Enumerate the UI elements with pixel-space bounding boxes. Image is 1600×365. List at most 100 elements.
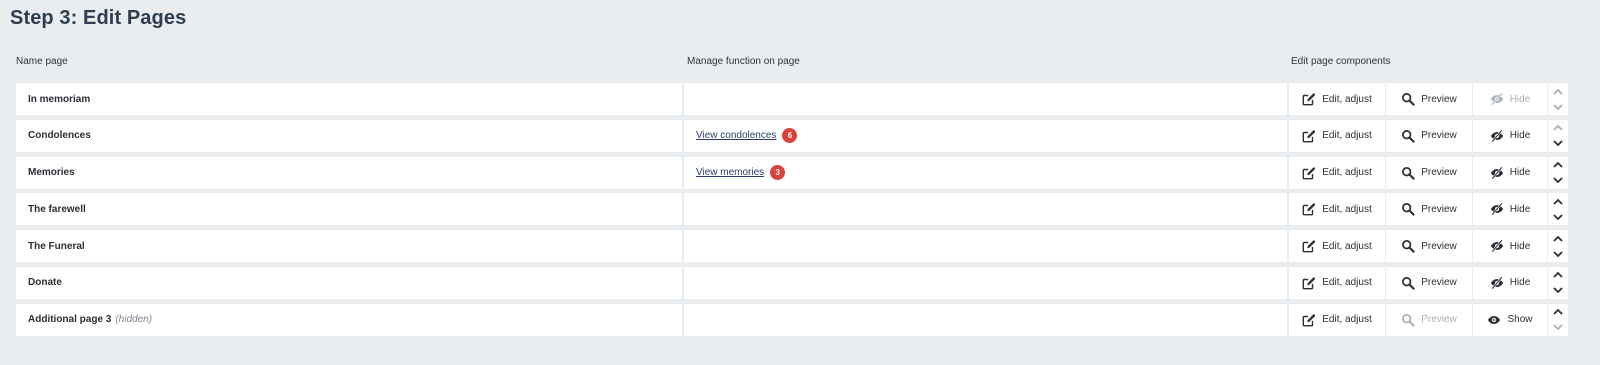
edit-label: Edit, adjust bbox=[1322, 240, 1372, 252]
chevron-down-icon bbox=[1553, 214, 1563, 221]
edit-button[interactable]: Edit, adjust bbox=[1289, 156, 1385, 189]
preview-button[interactable]: Preview bbox=[1386, 303, 1472, 336]
chevron-down-icon bbox=[1553, 177, 1563, 184]
move-down-button[interactable] bbox=[1548, 173, 1568, 189]
manage-cell bbox=[684, 230, 1287, 263]
chevron-up-icon bbox=[1553, 235, 1563, 242]
move-up-button[interactable] bbox=[1548, 83, 1568, 99]
column-headers: Name page Manage function on page Edit p… bbox=[0, 56, 1600, 70]
hide-button[interactable]: Hide bbox=[1473, 230, 1547, 263]
manage-link[interactable]: View memories bbox=[696, 167, 764, 178]
reorder-control bbox=[1548, 193, 1568, 226]
edit-label: Edit, adjust bbox=[1322, 167, 1372, 179]
magnifier-icon bbox=[1401, 202, 1415, 217]
chevron-up-icon bbox=[1553, 272, 1563, 279]
edit-label: Edit, adjust bbox=[1322, 130, 1372, 142]
page-name-cell: Donate bbox=[16, 266, 682, 299]
move-down-button[interactable] bbox=[1548, 246, 1568, 262]
reorder-control bbox=[1548, 119, 1568, 152]
move-down-button[interactable] bbox=[1548, 209, 1568, 225]
preview-label: Preview bbox=[1421, 130, 1457, 142]
move-down-button[interactable] bbox=[1548, 283, 1568, 299]
preview-button[interactable]: Preview bbox=[1386, 266, 1472, 299]
column-header-manage: Manage function on page bbox=[687, 56, 800, 67]
page-name: Additional page 3 bbox=[28, 314, 112, 326]
pencil-square-icon bbox=[1302, 202, 1316, 216]
preview-label: Preview bbox=[1421, 93, 1457, 105]
manage-cell bbox=[684, 193, 1287, 226]
hide-button[interactable]: Hide bbox=[1473, 119, 1547, 152]
chevron-down-icon bbox=[1553, 103, 1563, 110]
reorder-control bbox=[1548, 230, 1568, 263]
preview-button[interactable]: Preview bbox=[1386, 83, 1472, 115]
preview-label: Preview bbox=[1421, 240, 1457, 252]
chevron-down-icon bbox=[1553, 140, 1563, 147]
preview-button[interactable]: Preview bbox=[1386, 193, 1472, 226]
move-up-button[interactable] bbox=[1548, 230, 1568, 246]
preview-button[interactable]: Preview bbox=[1386, 119, 1472, 152]
eye-icon bbox=[1487, 313, 1501, 327]
hide-button[interactable]: Hide bbox=[1473, 156, 1547, 189]
edit-label: Edit, adjust bbox=[1322, 93, 1372, 105]
page-name-cell: Memories bbox=[16, 156, 682, 189]
show-button[interactable]: Show bbox=[1473, 303, 1547, 336]
magnifier-icon bbox=[1401, 92, 1415, 106]
reorder-control bbox=[1548, 83, 1568, 115]
manage-cell: View memories 3 bbox=[684, 156, 1287, 189]
move-up-button[interactable] bbox=[1548, 193, 1568, 209]
edit-label: Edit, adjust bbox=[1322, 203, 1372, 215]
move-up-button[interactable] bbox=[1548, 304, 1568, 320]
chevron-down-icon bbox=[1553, 287, 1563, 294]
pencil-square-icon bbox=[1302, 92, 1316, 106]
magnifier-icon bbox=[1401, 129, 1415, 143]
preview-button[interactable]: Preview bbox=[1386, 156, 1472, 189]
chevron-up-icon bbox=[1553, 309, 1563, 315]
edit-button[interactable]: Edit, adjust bbox=[1289, 230, 1385, 263]
hide-button[interactable]: Hide bbox=[1473, 193, 1547, 226]
chevron-up-icon bbox=[1553, 88, 1563, 95]
page-title: Step 3: Edit Pages bbox=[10, 7, 187, 29]
hide-button[interactable]: Hide bbox=[1473, 83, 1547, 115]
edit-button[interactable]: Edit, adjust bbox=[1289, 193, 1385, 226]
page-row: The Funeral Edit, adjust Preview Hide bbox=[16, 230, 1568, 263]
preview-button[interactable]: Preview bbox=[1386, 230, 1472, 263]
eye-slash-icon bbox=[1490, 202, 1504, 216]
chevron-up-icon bbox=[1553, 198, 1563, 205]
page-name-cell: Condolences bbox=[16, 119, 682, 152]
edit-button[interactable]: Edit, adjust bbox=[1289, 83, 1385, 115]
page-row: The farewell Edit, adjust Preview Hide bbox=[16, 193, 1568, 226]
hide-label: Hide bbox=[1509, 167, 1531, 179]
page-row: Additional page 3 (hidden) Edit, adjust P… bbox=[16, 303, 1568, 336]
count-badge: 3 bbox=[770, 165, 786, 181]
edit-label: Edit, adjust bbox=[1322, 277, 1372, 289]
move-down-button[interactable] bbox=[1548, 99, 1568, 115]
move-down-button[interactable] bbox=[1548, 320, 1568, 336]
pencil-square-icon bbox=[1302, 239, 1316, 253]
eye-slash-icon bbox=[1490, 129, 1504, 143]
pencil-square-icon bbox=[1302, 166, 1316, 180]
page-name: The farewell bbox=[28, 203, 86, 215]
edit-label: Edit, adjust bbox=[1322, 314, 1372, 326]
page-name-cell: Additional page 3 (hidden) bbox=[16, 303, 682, 336]
edit-button[interactable]: Edit, adjust bbox=[1289, 303, 1385, 336]
hide-button[interactable]: Hide bbox=[1473, 266, 1547, 299]
pencil-square-icon bbox=[1302, 276, 1316, 290]
reorder-control bbox=[1548, 266, 1568, 299]
hide-label: Hide bbox=[1509, 240, 1531, 252]
move-up-button[interactable] bbox=[1548, 120, 1568, 136]
magnifier-icon bbox=[1401, 313, 1415, 327]
move-down-button[interactable] bbox=[1548, 136, 1568, 152]
preview-label: Preview bbox=[1421, 203, 1457, 215]
reorder-control bbox=[1548, 156, 1568, 189]
hide-label: Hide bbox=[1509, 277, 1531, 289]
move-up-button[interactable] bbox=[1548, 157, 1568, 173]
edit-button[interactable]: Edit, adjust bbox=[1289, 266, 1385, 299]
move-up-button[interactable] bbox=[1548, 267, 1568, 283]
manage-link[interactable]: View condolences bbox=[696, 130, 776, 141]
magnifier-icon bbox=[1401, 276, 1415, 290]
column-header-edit: Edit page components bbox=[1291, 56, 1391, 67]
hide-label: Hide bbox=[1509, 203, 1531, 215]
page-row: Donate Edit, adjust Preview Hide bbox=[16, 266, 1568, 299]
page-row: Condolences View condolences 6 Edit, adju… bbox=[16, 119, 1568, 152]
edit-button[interactable]: Edit, adjust bbox=[1289, 119, 1385, 152]
